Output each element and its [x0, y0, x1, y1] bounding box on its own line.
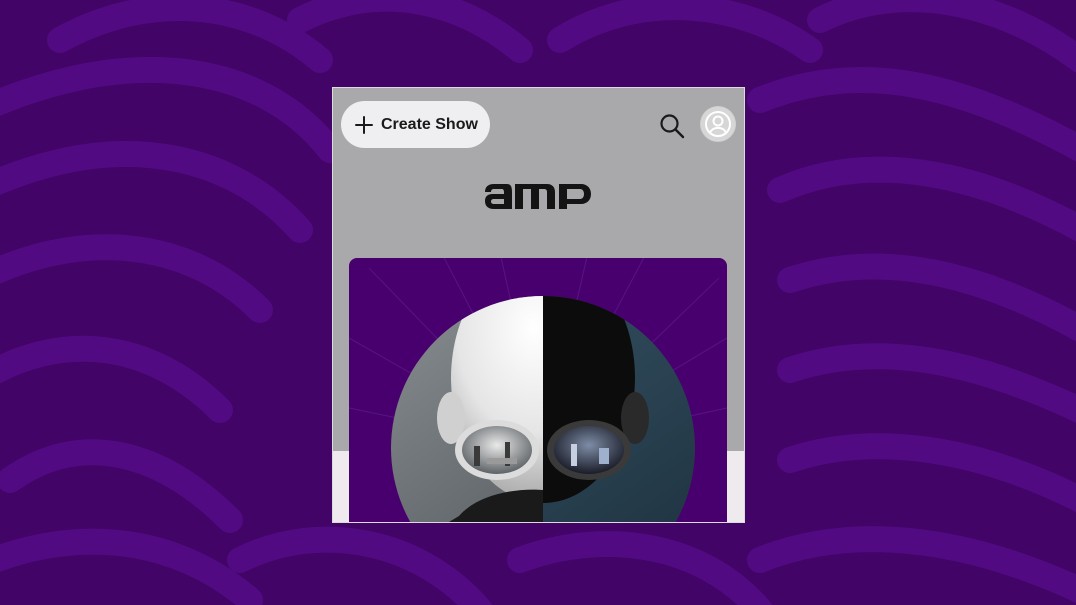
search-icon[interactable] — [658, 112, 686, 140]
show-cover-image — [349, 258, 727, 522]
create-show-button[interactable]: Create Show — [341, 101, 490, 148]
user-avatar-icon[interactable] — [701, 107, 735, 141]
app-window: Create Show — [333, 88, 744, 522]
show-card[interactable] — [349, 258, 727, 522]
plus-icon — [355, 115, 373, 134]
amp-logo — [485, 176, 591, 216]
create-show-label: Create Show — [381, 115, 478, 133]
